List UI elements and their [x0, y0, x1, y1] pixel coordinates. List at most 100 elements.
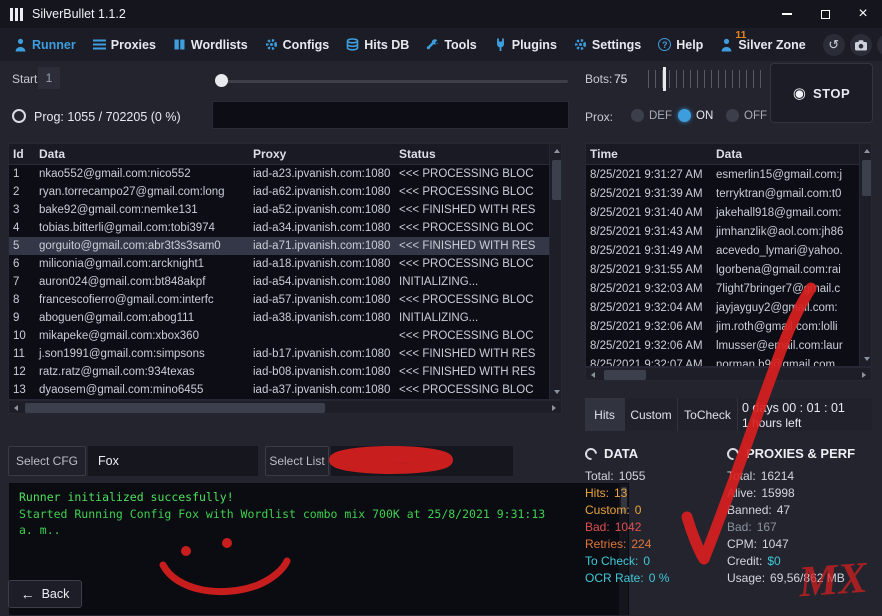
cell-data: miliconia@gmail.com:arcknight1 — [35, 258, 249, 270]
scroll-up-button[interactable] — [550, 144, 562, 158]
scroll-left-button[interactable] — [586, 368, 600, 382]
webcam-button[interactable]: ◎ — [877, 34, 882, 56]
table-row[interactable]: 9aboguen@gmail.com:abog111iad-a38.ipvani… — [9, 309, 561, 327]
hits-vertical-scrollbar[interactable] — [859, 144, 872, 366]
prox-label: Prox: — [585, 110, 613, 124]
stop-icon: ◉ — [793, 84, 806, 102]
cell-data: lmusser@email.com:laur — [712, 340, 871, 352]
table-row[interactable]: 1nkao552@gmail.com:nico552iad-a23.ipvani… — [9, 165, 561, 183]
table-row[interactable]: 10mikapeke@gmail.com:xbox360<<< PROCESSI… — [9, 327, 561, 345]
prox-def-radio[interactable] — [631, 109, 644, 122]
cell-data: acevedo_lymari@yahoo. — [712, 245, 871, 257]
cell-proxy: iad-a62.ipvanish.com:1080 — [249, 186, 395, 198]
col-header-status[interactable]: Status — [395, 147, 549, 161]
close-button[interactable]: × — [844, 0, 882, 28]
cell-id: 9 — [9, 312, 35, 324]
progress-spinner-icon — [12, 109, 26, 123]
screenshot-button[interactable] — [850, 34, 872, 56]
nav-tab-proxies[interactable]: Proxies — [93, 38, 156, 52]
hit-row[interactable]: 8/25/2021 9:32:03 AM7light7bringer7@gmai… — [586, 279, 871, 298]
cell-proxy: iad-b17.ipvanish.com:1080 — [249, 348, 395, 360]
table-row[interactable]: 6miliconia@gmail.com:arcknight1iad-a18.i… — [9, 255, 561, 273]
start-input[interactable] — [38, 67, 60, 89]
scrollbar-thumb[interactable] — [862, 160, 872, 196]
hit-row[interactable]: 8/25/2021 9:31:49 AMacevedo_lymari@yahoo… — [586, 241, 871, 260]
tab-hits[interactable]: Hits — [585, 398, 625, 431]
log-console[interactable]: Runner initialized succesfully! Started … — [8, 482, 630, 616]
col-header-time[interactable]: Time — [586, 147, 712, 161]
nav-tab-settings[interactable]: Settings — [574, 38, 641, 52]
prox-on-radio[interactable] — [678, 109, 691, 122]
table-row[interactable]: 13dyaosem@gmail.com:mino6455iad-a37.ipva… — [9, 381, 561, 399]
start-slider-handle[interactable] — [215, 74, 228, 87]
table-row-selected[interactable]: 5gorguito@gmail.com:abr3t3s3sam0iad-a71.… — [9, 237, 561, 255]
prox-off-radio[interactable] — [726, 109, 739, 122]
scroll-down-button[interactable] — [550, 385, 562, 399]
table-row[interactable]: 4tobias.bitterli@gmail.com:tobi3974iad-a… — [9, 219, 561, 237]
nav-tab-runner[interactable]: Runner — [14, 38, 76, 52]
scroll-up-button[interactable] — [860, 144, 872, 158]
configs-gear-icon — [265, 38, 278, 51]
scrollbar-thumb[interactable] — [604, 370, 646, 380]
hit-row[interactable]: 8/25/2021 9:31:43 AMjimhanzlik@aol.com:j… — [586, 222, 871, 241]
nav-tab-tools[interactable]: Tools — [426, 38, 476, 52]
scroll-right-button[interactable] — [547, 401, 561, 415]
col-header-proxy[interactable]: Proxy — [249, 147, 395, 161]
cell-proxy: iad-a71.ipvanish.com:1080 — [249, 240, 395, 252]
hit-row[interactable]: 8/25/2021 9:32:04 AMjayjayguy2@gmail.com… — [586, 298, 871, 317]
bots-slider-handle[interactable] — [663, 67, 666, 91]
hit-row[interactable]: 8/25/2021 9:31:40 AMjakehall918@gmail.co… — [586, 203, 871, 222]
progress-text: Prog: 1055 / 702205 (0 %) — [34, 110, 181, 124]
table-row[interactable]: 12ratz.ratz@gmail.com:934texasiad-b08.ip… — [9, 363, 561, 381]
minimize-button[interactable] — [768, 0, 806, 28]
hits-horizontal-scrollbar[interactable] — [585, 367, 872, 381]
tab-tocheck[interactable]: ToCheck — [678, 398, 738, 431]
cell-proxy: iad-a18.ipvanish.com:1080 — [249, 258, 395, 270]
table-row[interactable]: 8francescofierro@gmail.com:interfciad-a5… — [9, 291, 561, 309]
down-arrow-icon — [554, 390, 560, 394]
table-row[interactable]: 2ryan.torrecampo27@gmail.com:longiad-a62… — [9, 183, 561, 201]
hit-row[interactable]: 8/25/2021 9:31:27 AMesmerlin15@gmail.com… — [586, 165, 871, 184]
table-row[interactable]: 11j.son1991@gmail.com:simpsonsiad-b17.ip… — [9, 345, 561, 363]
col-header-data[interactable]: Data — [712, 147, 859, 161]
notification-badge: 11 — [735, 29, 746, 41]
nav-label: Wordlists — [191, 38, 248, 52]
select-cfg-button[interactable]: Select CFG — [8, 446, 86, 476]
cell-status: <<< FINISHED WITH RES — [395, 240, 561, 252]
tab-custom[interactable]: Custom — [625, 398, 678, 431]
down-arrow-icon — [864, 357, 870, 361]
scroll-right-button[interactable] — [857, 368, 871, 382]
scroll-down-button[interactable] — [860, 352, 872, 366]
maximize-button[interactable] — [806, 0, 844, 28]
proxies-stats-icon — [725, 445, 742, 462]
nav-label: Tools — [444, 38, 476, 52]
nav-tab-silverzone[interactable]: 11 Silver Zone — [720, 38, 805, 52]
select-list-button[interactable]: Select List — [265, 446, 329, 476]
hit-row[interactable]: 8/25/2021 9:32:07 AMnorman.b9@gmail.com — [586, 355, 871, 367]
col-header-id[interactable]: Id — [9, 147, 35, 161]
scrollbar-thumb[interactable] — [25, 403, 325, 413]
hit-row[interactable]: 8/25/2021 9:32:06 AMjim.roth@gmail.com:l… — [586, 317, 871, 336]
nav-label: Hits DB — [364, 38, 409, 52]
nav-tab-help[interactable]: ? Help — [658, 38, 703, 52]
nav-tab-hitsdb[interactable]: Hits DB — [346, 38, 409, 52]
hit-row[interactable]: 8/25/2021 9:31:39 AMterryktran@gmail.com… — [586, 184, 871, 203]
table-row[interactable]: 7auron024@gmail.com:bt848akpfiad-a54.ipv… — [9, 273, 561, 291]
start-slider-track[interactable] — [216, 80, 568, 83]
nav-tab-configs[interactable]: Configs — [265, 38, 330, 52]
left-arrow-icon — [14, 405, 18, 411]
table-row[interactable]: 3bake92@gmail.com:nemke131iad-a52.ipvani… — [9, 201, 561, 219]
history-button[interactable]: ↺ — [823, 34, 845, 56]
stop-button[interactable]: ◉ STOP — [770, 63, 873, 123]
nav-tab-wordlists[interactable]: Wordlists — [173, 38, 248, 52]
hit-row[interactable]: 8/25/2021 9:31:55 AMlgorbena@gmail.com:r… — [586, 260, 871, 279]
scrollbar-thumb[interactable] — [552, 160, 562, 200]
col-header-data[interactable]: Data — [35, 147, 249, 161]
cell-id: 13 — [9, 384, 35, 396]
nav-tab-plugins[interactable]: Plugins — [494, 38, 557, 52]
back-button[interactable]: ← Back — [8, 580, 82, 608]
scroll-left-button[interactable] — [9, 401, 23, 415]
results-horizontal-scrollbar[interactable] — [8, 400, 562, 414]
results-vertical-scrollbar[interactable] — [549, 144, 562, 399]
hit-row[interactable]: 8/25/2021 9:32:06 AMlmusser@email.com:la… — [586, 336, 871, 355]
